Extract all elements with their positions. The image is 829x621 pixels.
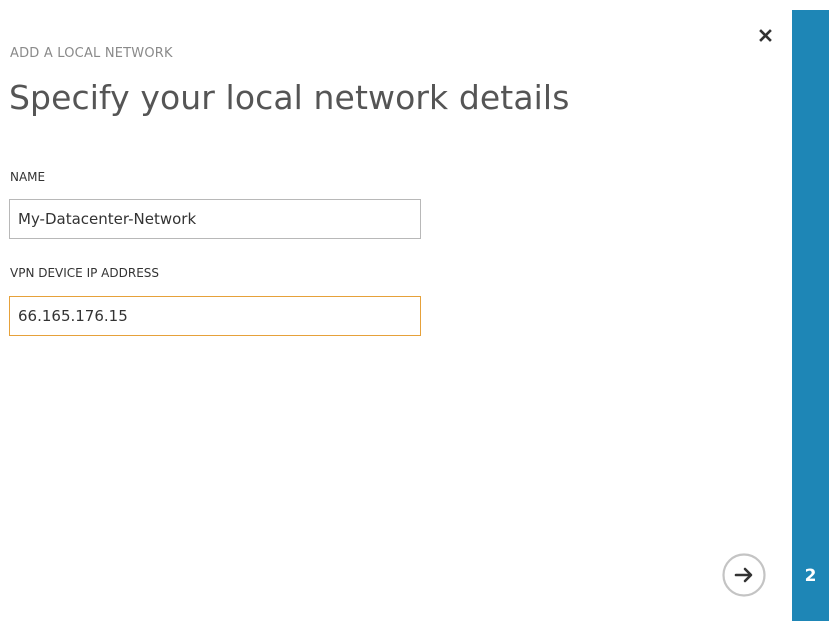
dialog-title: Specify your local network details: [9, 78, 570, 117]
arrow-right-circle-icon: [722, 553, 766, 597]
dialog-subtitle: ADD A LOCAL NETWORK: [10, 46, 173, 61]
vpn-device-ip-label: VPN DEVICE IP ADDRESS: [10, 266, 160, 280]
name-label: NAME: [10, 170, 46, 184]
next-button[interactable]: [721, 552, 767, 598]
name-input[interactable]: [9, 199, 421, 239]
step-number: 2: [804, 566, 817, 586]
vpn-device-ip-input[interactable]: [9, 296, 421, 336]
add-local-network-dialog: ADD A LOCAL NETWORK Specify your local n…: [0, 0, 792, 621]
close-button[interactable]: [756, 26, 776, 46]
wizard-step-rail: 2: [792, 10, 829, 621]
close-icon: [759, 29, 772, 42]
